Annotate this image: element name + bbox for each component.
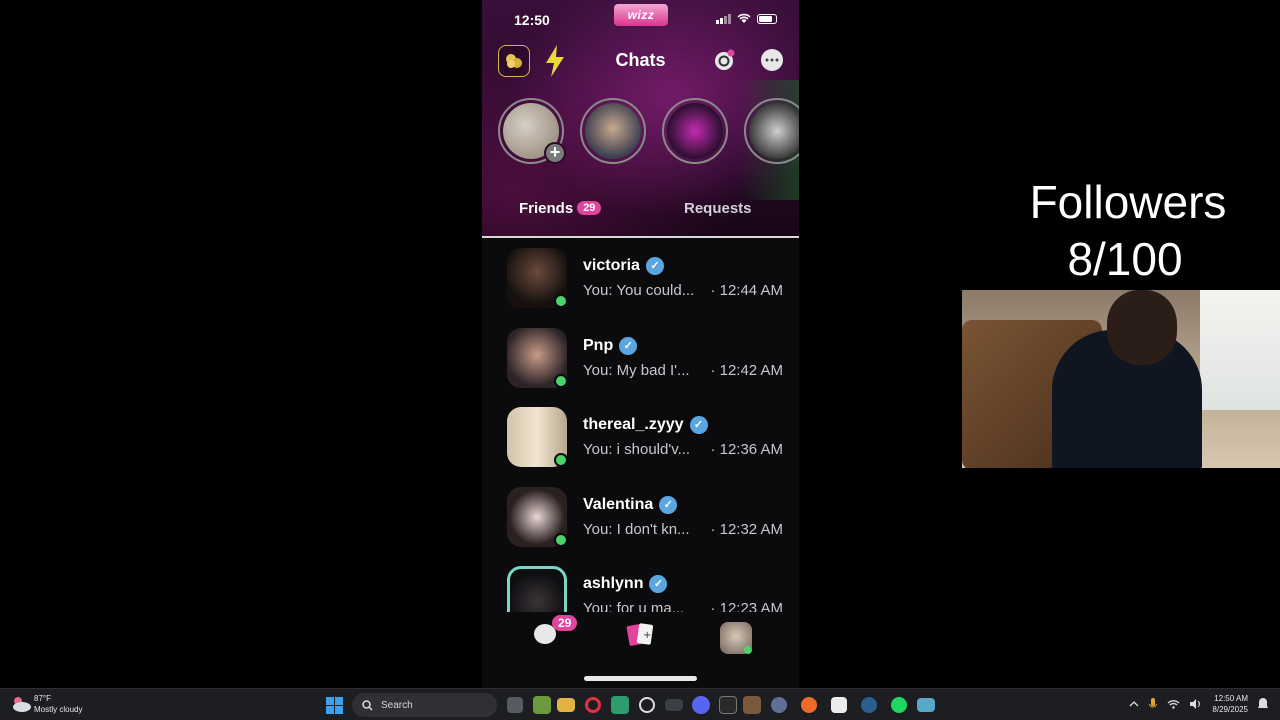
github-icon[interactable] xyxy=(635,693,659,717)
avatar xyxy=(507,566,567,612)
task-view-icon[interactable] xyxy=(507,697,523,713)
chat-name: Pnp xyxy=(583,336,614,354)
minecraft-grass-icon[interactable] xyxy=(743,696,761,714)
opera-icon[interactable] xyxy=(581,693,605,717)
chat-time: · 12:23 AM xyxy=(710,600,783,612)
unread-badge: 29 xyxy=(552,615,578,631)
tab-friends[interactable]: Friends 29 xyxy=(519,200,602,217)
xbox-icon[interactable] xyxy=(827,693,851,717)
taskbar: 87°F Mostly cloudy Search 12:50 AM 8/29/… xyxy=(0,688,1280,720)
online-indicator xyxy=(554,373,568,388)
chat-time: · 12:32 AM xyxy=(710,520,783,538)
chat-preview: You: i should'v... xyxy=(583,441,691,458)
vpn-icon[interactable] xyxy=(767,693,791,717)
microphone-icon[interactable] xyxy=(1149,698,1158,710)
store-icon[interactable] xyxy=(611,696,629,714)
online-indicator xyxy=(554,453,568,467)
chat-time: · 12:36 AM xyxy=(710,441,783,458)
chat-preview: You: for u ma... xyxy=(583,600,685,612)
tab-requests[interactable]: Requests xyxy=(684,200,752,217)
followers-title: Followers xyxy=(1029,176,1227,228)
chat-preview: You: My bad I'... xyxy=(583,361,690,379)
verified-icon: ✓ xyxy=(619,336,638,355)
verified-icon: ✓ xyxy=(645,257,664,275)
taskbar-apps: Search xyxy=(322,693,935,717)
keyboard-icon[interactable] xyxy=(665,699,683,711)
chat-preview: You: I don't kn... xyxy=(583,520,690,538)
online-indicator xyxy=(554,294,568,308)
wifi-icon xyxy=(737,13,751,23)
capcut-icon[interactable] xyxy=(719,696,737,714)
steam-icon[interactable] xyxy=(857,693,881,717)
system-tray: 12:50 AM 8/29/2025 xyxy=(1129,693,1268,715)
phone-screen-mirror: 12:50 wizz Chats + Friends 29 Requests vi… xyxy=(482,0,799,688)
chat-name: thereal_.zyyy xyxy=(583,416,684,433)
app-logo: wizz xyxy=(614,4,668,26)
weather-cloud-icon[interactable] xyxy=(10,695,32,713)
more-icon xyxy=(765,58,779,62)
svg-text:+: + xyxy=(643,630,651,641)
minecraft-icon[interactable] xyxy=(533,696,551,714)
weather-temp[interactable]: 87°F xyxy=(34,694,51,703)
online-indicator xyxy=(554,532,568,547)
windows-icon xyxy=(325,696,343,714)
chat-row[interactable]: Pnp ✓ You: My bad I'... · 12:42 AM xyxy=(482,320,799,400)
tab-friends-label: Friends xyxy=(519,200,574,217)
signal-icon xyxy=(716,13,731,24)
story-item[interactable] xyxy=(580,98,646,164)
story-item[interactable] xyxy=(744,98,799,164)
weather-desc[interactable]: Mostly cloudy xyxy=(34,705,82,714)
home-indicator[interactable] xyxy=(584,676,697,681)
taskbar-search[interactable]: Search xyxy=(352,693,497,717)
search-label: Search xyxy=(381,699,413,711)
verified-icon: ✓ xyxy=(659,495,678,514)
notification-bell-icon[interactable] xyxy=(1258,698,1268,710)
start-button[interactable] xyxy=(322,693,346,717)
clock[interactable]: 12:50 AM 8/29/2025 xyxy=(1212,693,1248,715)
webcam-feed xyxy=(962,290,1280,468)
followers-count: 8/100 xyxy=(1067,233,1183,285)
chat-name: ashlynn xyxy=(583,575,644,592)
chat-row[interactable]: ashlynn ✓ You: for u ma... · 12:23 AM xyxy=(482,558,799,612)
wifi-icon[interactable] xyxy=(1167,699,1180,709)
chat-time: · 12:44 AM xyxy=(710,282,783,299)
discord-icon[interactable] xyxy=(689,693,713,717)
more-options-button[interactable] xyxy=(761,49,783,71)
chat-row[interactable]: Valentina ✓ You: I don't kn... · 12:32 AM xyxy=(482,479,799,559)
chevron-up-icon[interactable] xyxy=(1129,701,1139,707)
chat-name: Valentina xyxy=(583,495,654,513)
screen-mirror-icon[interactable] xyxy=(917,698,935,712)
clock-time: 12:50 AM xyxy=(1214,694,1248,703)
online-indicator xyxy=(744,646,752,654)
page-title: Chats xyxy=(615,50,666,70)
chat-row[interactable]: thereal_.zyyy ✓ You: i should'v... · 12:3… xyxy=(482,399,799,479)
add-story-icon[interactable]: + xyxy=(544,142,566,164)
chat-list: victoria ✓ You: You could... · 12:44 AM P… xyxy=(482,240,799,612)
status-icons xyxy=(716,13,777,24)
volume-icon[interactable] xyxy=(1190,699,1202,709)
origin-icon[interactable] xyxy=(797,693,821,717)
friends-count-badge: 29 xyxy=(577,201,602,215)
chat-preview: You: You could... xyxy=(583,282,695,299)
bottom-nav: 29 + xyxy=(482,612,799,662)
story-item[interactable] xyxy=(662,98,728,164)
chat-time: · 12:42 AM xyxy=(710,361,783,379)
chat-name: victoria xyxy=(583,257,640,274)
story-item-mine[interactable]: + xyxy=(498,98,566,164)
cards-button[interactable]: + xyxy=(626,621,656,649)
tab-underline xyxy=(482,236,799,238)
clock-date: 8/29/2025 xyxy=(1212,705,1248,714)
verified-icon: ✓ xyxy=(689,416,708,434)
file-explorer-icon[interactable] xyxy=(557,698,575,712)
status-time: 12:50 xyxy=(514,12,550,28)
chat-row[interactable]: victoria ✓ You: You could... · 12:44 AM xyxy=(482,240,799,320)
verified-icon: ✓ xyxy=(649,575,668,593)
refresh-button[interactable] xyxy=(712,48,736,72)
stories-row: + xyxy=(498,98,799,164)
spotify-icon[interactable] xyxy=(887,693,911,717)
refresh-icon xyxy=(715,49,735,70)
cards-icon: + xyxy=(626,623,654,646)
battery-icon xyxy=(757,13,777,24)
search-icon xyxy=(362,699,373,711)
